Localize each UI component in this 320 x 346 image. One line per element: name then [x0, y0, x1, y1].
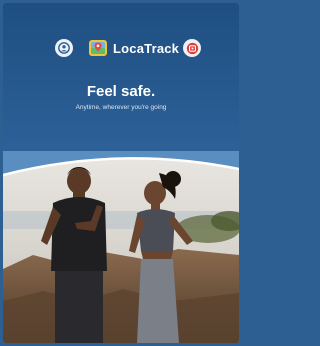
locatrack-logo-icon [89, 40, 107, 56]
app-screen: LocaTrack Feel safe. Anytime, wherever y… [3, 3, 239, 343]
app-name: LocaTrack [113, 40, 180, 56]
header: LocaTrack [3, 31, 239, 67]
couple-running-photo [3, 151, 239, 343]
subheadline: Anytime, wherever you're going [75, 104, 167, 111]
brand: LocaTrack [87, 35, 179, 61]
headline: Feel safe. [86, 83, 156, 100]
sos-button[interactable] [183, 39, 201, 57]
sos-icon [186, 42, 198, 54]
profile-button[interactable] [55, 39, 73, 57]
profile-icon [58, 42, 70, 54]
